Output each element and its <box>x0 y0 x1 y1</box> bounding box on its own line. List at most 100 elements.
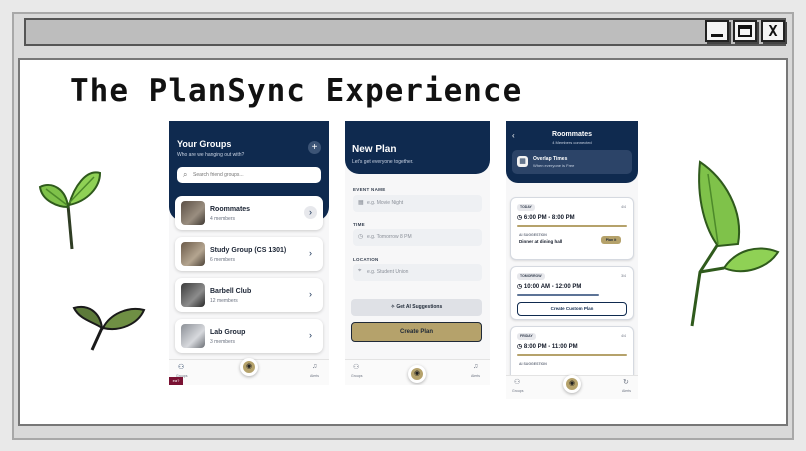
groups-screen: Your Groups Who are we hanging out with?… <box>169 121 329 385</box>
users-icon[interactable]: ⚇ <box>178 363 184 371</box>
minimize-button[interactable] <box>705 20 729 42</box>
tab-alerts[interactable]: Alerts <box>622 389 631 393</box>
overlap-times-banner[interactable]: ▦ Overlap Times When everyone is Free <box>512 150 632 174</box>
availability-bar <box>517 294 599 296</box>
users-icon[interactable]: ⚇ <box>514 378 520 386</box>
close-button[interactable]: X <box>761 20 785 42</box>
ai-suggestion-label: AI SUGGESTION <box>519 233 547 237</box>
slot-time-label: 10:00 AM - 12:00 PM <box>523 284 582 290</box>
bell-icon[interactable]: ♫ <box>312 363 317 370</box>
roommates-title: Roommates <box>551 131 593 138</box>
close-icon: X <box>768 22 778 40</box>
group-photo <box>181 242 205 266</box>
event-name-placeholder: e.g. Movie Night <box>367 200 404 206</box>
groups-subtitle: Who are we hanging out with? <box>177 152 245 158</box>
time-placeholder: e.g. Tomorrow 8 PM <box>367 234 412 240</box>
tab-groups[interactable]: Groups <box>351 374 362 378</box>
home-fab-button[interactable]: ◉ <box>408 365 426 383</box>
time-slot-card[interactable]: TODAY 4/4 ◷ 6:00 PM - 8:00 PM AI SUGGEST… <box>510 197 634 260</box>
availability-bar <box>517 225 627 227</box>
maximize-icon <box>738 25 752 37</box>
group-members: 6 members <box>210 257 236 263</box>
leaf-icon <box>38 171 102 250</box>
group-card[interactable]: Lab Group 3 members › <box>175 319 323 353</box>
bell-icon[interactable]: ♫ <box>473 363 478 370</box>
overlap-subtitle: When everyone is Free <box>533 163 575 168</box>
group-name: Lab Group <box>210 329 246 336</box>
search-input[interactable] <box>193 170 313 180</box>
slot-count: 4/4 <box>621 205 626 209</box>
slot-time: ◷ 8:00 PM - 11:00 PM <box>517 343 578 350</box>
tab-alerts[interactable]: Alerts <box>471 374 480 378</box>
new-plan-header: New Plan Let's get everyone together. <box>345 121 490 174</box>
clock-icon: ◷ <box>517 284 524 290</box>
create-plan-button[interactable]: Create Plan <box>351 322 482 342</box>
group-name: Roommates <box>210 206 251 213</box>
slot-day: TOMORROW <box>517 273 545 280</box>
plan-it-button[interactable]: Plan it <box>601 236 621 244</box>
time-label: TIME <box>353 222 365 227</box>
group-members: 3 members <box>210 339 236 345</box>
groups-title: Your Groups <box>177 139 232 149</box>
slot-count: 4/4 <box>621 334 626 338</box>
ai-suggestions-button[interactable]: ✧ Get AI Suggestions <box>351 299 482 316</box>
title-bar[interactable] <box>24 18 786 46</box>
event-name-field[interactable]: ▦ e.g. Movie Night <box>353 195 482 212</box>
availability-bar <box>517 354 627 356</box>
event-name-label: EVENT NAME <box>353 187 386 192</box>
group-photo <box>181 283 205 307</box>
status-badge: ea? <box>169 377 183 385</box>
ai-suggestion-text: Dinner at dining hall <box>519 239 563 244</box>
search-bar[interactable]: ⌕ <box>177 167 321 183</box>
group-card[interactable]: Roommates 4 members › <box>175 196 323 230</box>
location-field[interactable]: ⌖ e.g. Student Union <box>353 264 482 281</box>
group-name: Barbell Club <box>210 288 252 295</box>
group-members: 12 members <box>210 298 238 304</box>
group-photo <box>181 324 205 348</box>
pin-icon: ⌖ <box>358 268 362 274</box>
search-icon: ⌕ <box>183 170 188 179</box>
minimize-icon <box>711 34 723 37</box>
overlap-title: Overlap Times <box>533 156 568 162</box>
users-icon[interactable]: ⚇ <box>353 363 359 371</box>
leaf-icon <box>690 160 780 327</box>
slot-day: TODAY <box>517 204 535 211</box>
add-group-button[interactable]: + <box>308 141 321 154</box>
roommates-subtitle: 4 Members connected <box>552 140 592 145</box>
maximize-button[interactable] <box>733 20 757 42</box>
create-custom-plan-button[interactable]: Create Custom Plan <box>517 302 627 316</box>
slot-count: 3/4 <box>621 274 626 278</box>
clock-icon: ◷ <box>358 234 364 240</box>
slot-time-label: 8:00 PM - 11:00 PM <box>523 344 578 350</box>
new-plan-subtitle: Let's get everyone together. <box>352 159 414 165</box>
clock-icon: ◷ <box>517 215 524 221</box>
chevron-right-icon[interactable]: › <box>304 206 317 219</box>
leaf-icon <box>72 306 146 351</box>
group-members: 4 members <box>210 216 236 222</box>
roommates-screen: ‹ Roommates 4 Members connected ▦ Overla… <box>506 121 638 399</box>
time-slot-card[interactable]: TOMORROW 3/4 ◷ 10:00 AM - 12:00 PM Creat… <box>510 266 634 320</box>
slot-time: ◷ 6:00 PM - 8:00 PM <box>517 214 575 221</box>
tab-groups[interactable]: Groups <box>512 389 523 393</box>
group-card[interactable]: Barbell Club 12 members › <box>175 278 323 312</box>
slot-time-label: 6:00 PM - 8:00 PM <box>523 215 575 221</box>
group-name: Study Group (CS 1301) <box>210 247 287 254</box>
chevron-right-icon[interactable]: › <box>304 329 317 342</box>
group-photo <box>181 201 205 225</box>
tab-alerts[interactable]: Alerts <box>310 374 319 378</box>
clock-icon: ◷ <box>517 344 524 350</box>
home-fab-button[interactable]: ◉ <box>563 375 581 393</box>
calendar-icon: ▦ <box>517 156 528 167</box>
bell-icon[interactable]: ↻ <box>623 378 629 386</box>
ai-suggestions-label: Get AI Suggestions <box>396 304 443 310</box>
time-field[interactable]: ◷ e.g. Tomorrow 8 PM <box>353 229 482 246</box>
chevron-right-icon[interactable]: › <box>304 247 317 260</box>
home-fab-button[interactable]: ◉ <box>240 358 258 376</box>
chevron-right-icon[interactable]: › <box>304 288 317 301</box>
group-card[interactable]: Study Group (CS 1301) 6 members › <box>175 237 323 271</box>
ai-suggestion-label: AI SUGGESTION <box>519 362 547 366</box>
location-placeholder: e.g. Student Union <box>367 269 409 275</box>
slot-day: FRIDAY <box>517 333 536 340</box>
new-plan-screen: New Plan Let's get everyone together. EV… <box>345 121 490 385</box>
calendar-icon: ▦ <box>358 200 364 206</box>
